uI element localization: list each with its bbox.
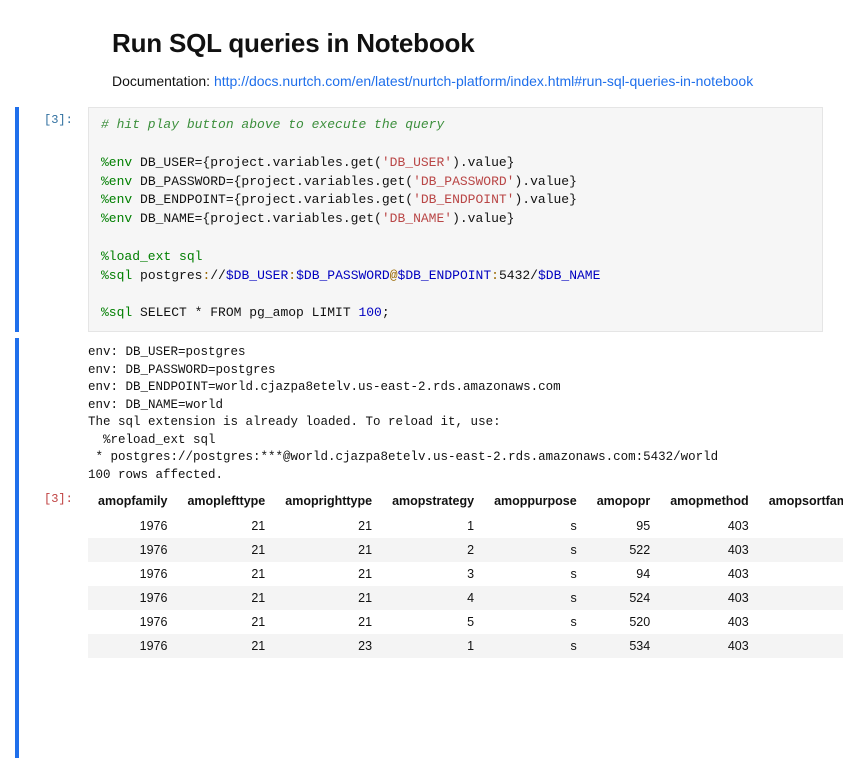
table-cell: 1976 (88, 514, 177, 538)
table-cell: 2 (382, 538, 484, 562)
table-column-header: amopfamily (88, 488, 177, 514)
table-cell: 21 (177, 634, 275, 658)
table-row: 197621213s944030 (88, 562, 843, 586)
table-cell: 0 (759, 538, 843, 562)
output-cell: env: DB_USER=postgres env: DB_PASSWORD=p… (10, 338, 833, 658)
table-row: 197621211s954030 (88, 514, 843, 538)
table-cell: s (484, 538, 587, 562)
code-cell: [3]: # hit play button above to execute … (10, 107, 833, 332)
table-cell: 0 (759, 610, 843, 634)
table-cell: 21 (177, 610, 275, 634)
table-cell: s (484, 634, 587, 658)
table-cell: 21 (177, 586, 275, 610)
table-cell: 95 (587, 514, 660, 538)
table-cell: 1976 (88, 562, 177, 586)
table-cell: 3 (382, 562, 484, 586)
output-run-indicator (15, 338, 19, 758)
cell-run-indicator (15, 107, 19, 332)
table-column-header: amoprighttype (275, 488, 382, 514)
documentation-line: Documentation: http://docs.nurtch.com/en… (112, 73, 833, 89)
table-cell: 403 (660, 610, 758, 634)
output-prompt: [3]: (44, 492, 73, 506)
documentation-label: Documentation: (112, 73, 214, 89)
table-cell: 403 (660, 562, 758, 586)
table-row: 197621212s5224030 (88, 538, 843, 562)
table-cell: s (484, 562, 587, 586)
table-row: 197621231s5344030 (88, 634, 843, 658)
table-cell: 522 (587, 538, 660, 562)
table-cell: 1 (382, 514, 484, 538)
table-cell: 94 (587, 562, 660, 586)
table-cell: 0 (759, 514, 843, 538)
table-cell: 403 (660, 586, 758, 610)
table-cell: 1 (382, 634, 484, 658)
table-body: 197621211s954030197621212s52240301976212… (88, 514, 843, 658)
table-cell: s (484, 610, 587, 634)
table-cell: 21 (275, 610, 382, 634)
table-cell: 21 (275, 562, 382, 586)
table-cell: 4 (382, 586, 484, 610)
table-cell: 0 (759, 634, 843, 658)
table-row: 197621214s5244030 (88, 586, 843, 610)
table-column-header: amopopr (587, 488, 660, 514)
table-cell: 534 (587, 634, 660, 658)
table-cell: 0 (759, 586, 843, 610)
table-cell: 0 (759, 562, 843, 586)
table-cell: 21 (275, 514, 382, 538)
table-cell: 21 (275, 586, 382, 610)
table-column-header: amoplefttype (177, 488, 275, 514)
stdout-output: env: DB_USER=postgres env: DB_PASSWORD=p… (88, 338, 823, 488)
table-cell: 21 (177, 562, 275, 586)
table-cell: 1976 (88, 586, 177, 610)
table-cell: 403 (660, 634, 758, 658)
page-title: Run SQL queries in Notebook (112, 28, 833, 59)
table-cell: 403 (660, 514, 758, 538)
table-cell: 520 (587, 610, 660, 634)
table-cell: 1976 (88, 538, 177, 562)
table-cell: 21 (177, 514, 275, 538)
table-cell: s (484, 514, 587, 538)
code-input-area[interactable]: # hit play button above to execute the q… (88, 107, 823, 332)
table-cell: 23 (275, 634, 382, 658)
notebook-page: Run SQL queries in Notebook Documentatio… (0, 0, 843, 651)
table-header-row: amopfamilyamoplefttypeamoprighttypeamops… (88, 488, 843, 514)
table-cell: 21 (177, 538, 275, 562)
table-cell: 1976 (88, 610, 177, 634)
table-cell: 524 (587, 586, 660, 610)
input-prompt: [3]: (44, 113, 73, 127)
table-cell: 1976 (88, 634, 177, 658)
table-column-header: amopstrategy (382, 488, 484, 514)
table-column-header: amopmethod (660, 488, 758, 514)
table-cell: 403 (660, 538, 758, 562)
table-cell: 5 (382, 610, 484, 634)
table-column-header: amoppurpose (484, 488, 587, 514)
table-row: 197621215s5204030 (88, 610, 843, 634)
table-cell: s (484, 586, 587, 610)
result-table: amopfamilyamoplefttypeamoprighttypeamops… (88, 488, 843, 658)
documentation-link[interactable]: http://docs.nurtch.com/en/latest/nurtch-… (214, 73, 753, 89)
table-cell: 21 (275, 538, 382, 562)
table-column-header: amopsortfamily (759, 488, 843, 514)
